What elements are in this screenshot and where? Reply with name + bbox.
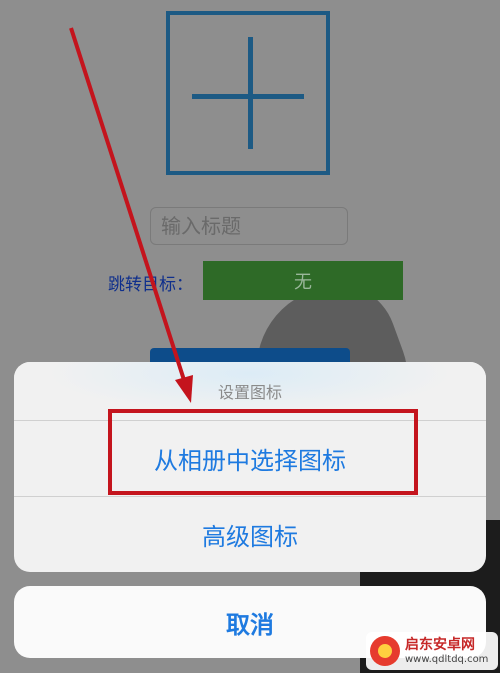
title-input[interactable] [150, 207, 348, 245]
plus-icon-stroke [248, 37, 253, 149]
jump-target-label: 跳转目标： [108, 275, 193, 295]
jump-target-select[interactable]: 无 [203, 261, 403, 300]
watermark: 启东安卓网 www.qdltdq.com [366, 632, 498, 670]
advanced-icon-option[interactable]: 高级图标 [14, 497, 486, 572]
watermark-logo-icon [370, 636, 400, 666]
highlight-box [108, 409, 418, 495]
jump-target-value: 无 [294, 271, 312, 293]
add-icon-button[interactable] [166, 11, 330, 175]
watermark-url: www.qdltdq.com [405, 653, 489, 665]
watermark-name: 启东安卓网 [405, 636, 475, 653]
